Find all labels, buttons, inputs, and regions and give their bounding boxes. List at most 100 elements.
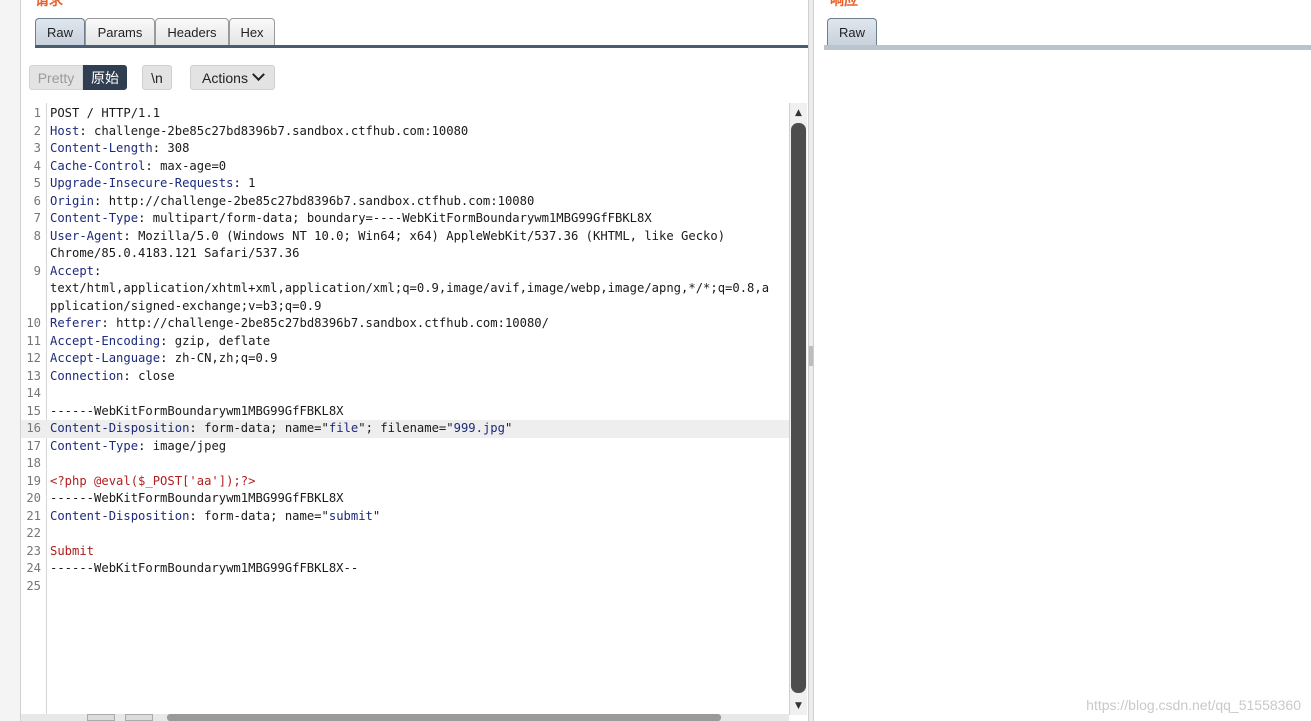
line-number: 17 [26,438,41,453]
header-value: Mozilla/5.0 (Windows NT 10.0; Win64; x64… [138,228,726,243]
line-number: 6 [33,193,41,208]
header-value: gzip, deflate [174,333,271,348]
line-number: 24 [26,561,41,575]
request-line: 1 POST / HTTP/1.1 [21,105,789,123]
tab-params[interactable]: Params [85,18,155,45]
scroll-right-button[interactable] [125,714,153,721]
response-tab-raw[interactable]: Raw [827,18,877,45]
request-line: 12 Accept-Language: zh-CN,zh;q=0.9 [21,350,789,368]
request-panel-heading: 请求 [35,0,63,9]
line-number: 18 [26,456,41,470]
line-content: ------WebKitFormBoundarywm1MBG99GfFBKL8X [50,490,344,508]
request-line: 4 Cache-Control: max-age=0 [21,158,789,176]
tab-underline [35,45,808,48]
scroll-up-icon[interactable]: ▲ [790,104,807,121]
line-content: Submit [50,543,94,561]
line-content: Accept-Language: zh-CN,zh;q=0.9 [50,351,278,365]
actions-button[interactable]: Actions [190,65,275,90]
header-value: form-data; name="submit" [204,508,381,523]
request-editor[interactable]: 1 POST / HTTP/1.1 2 Host: challenge-2be85c2… [21,103,789,715]
request-line: 8 User-Agent: Mozilla/5.0 (Windows NT 10.… [21,228,789,246]
body-text: Submit [50,543,95,558]
horizontal-scrollbar-thumb[interactable] [167,714,721,721]
body-text: pplication/signed-exchange;v=b3;q=0.9 [50,298,322,313]
line-number: 15 [26,403,41,418]
header-value: max-age=0 [160,158,227,173]
tab-raw[interactable]: Raw [35,18,85,45]
body-text: Chrome/85.0.4183.121 Safari/537.36 [50,246,300,260]
header-value: 1 [248,176,256,190]
header-value: image/jpeg [152,438,227,453]
header-name: Origin [50,193,95,208]
actions-label: Actions [202,69,248,86]
header-name: Content-Disposition [50,508,190,523]
line-content: ------WebKitFormBoundarywm1MBG99GfFBKL8X… [50,560,358,578]
line-number: 14 [26,386,41,400]
watermark-text: https://blog.csdn.net/qq_51558360 [1086,697,1301,713]
line-number: 19 [26,473,41,488]
request-line: 17 Content-Type: image/jpeg [21,438,789,456]
request-line: 16 Content-Disposition: form-data; name="… [21,420,789,438]
request-panel: 请求 Raw Params Headers Hex Pretty 原始 \n A… [20,0,809,721]
line-content: Cache-Control: max-age=0 [50,158,227,173]
header-name: User-Agent [50,228,124,243]
scroll-left-button[interactable] [87,714,115,721]
request-line: 3 Content-Length: 308 [21,140,789,158]
request-line: 13 Connection: close [21,368,789,386]
horizontal-scrollbar[interactable] [21,714,789,721]
request-line: 24 ------WebKitFormBoundarywm1MBG99GfFBKL… [21,560,789,578]
header-value: challenge-2be85c27bd8396b7.sandbox.ctfhu… [94,123,469,138]
request-line: Chrome/85.0.4183.121 Safari/537.36 [21,245,789,263]
request-line: 22 [21,525,789,543]
request-line: 14 [21,385,789,403]
body-text: ------WebKitFormBoundarywm1MBG99GfFBKL8X… [50,561,359,575]
request-line: pplication/signed-exchange;v=b3;q=0.9 [21,298,789,316]
line-content: Upgrade-Insecure-Requests: 1 [50,176,256,190]
tab-headers[interactable]: Headers [155,18,229,45]
line-number: 20 [26,491,41,505]
header-name: Referer [50,316,102,330]
line-content: Chrome/85.0.4183.121 Safari/537.36 [50,245,299,263]
scrollbar-thumb[interactable] [791,123,806,693]
request-line: 23 Submit [21,543,789,561]
line-number: 3 [33,141,41,155]
line-content: Accept-Encoding: gzip, deflate [50,333,271,348]
scroll-down-icon[interactable]: ▼ [790,697,807,714]
line-content: Content-Disposition: form-data; name="fi… [50,421,513,435]
show-newlines-button[interactable]: \n [142,65,172,90]
line-content: Content-Type: image/jpeg [50,438,227,453]
pretty-button[interactable]: Pretty [29,65,83,90]
line-number: 4 [33,158,41,173]
chevron-down-icon [252,68,265,82]
header-name: Content-Length [50,141,153,155]
line-content: User-Agent: Mozilla/5.0 (Windows NT 10.0… [50,228,726,243]
header-value: http://challenge-2be85c27bd8396b7.sandbo… [108,193,535,208]
line-number: 7 [33,211,41,225]
response-panel: 响应 Raw https://blog.csdn.net/qq_51558360 [814,0,1311,721]
line-number: 5 [33,176,41,190]
body-text: ------WebKitFormBoundarywm1MBG99GfFBKL8X [50,491,344,505]
line-content: Origin: http://challenge-2be85c27bd8396b… [50,193,535,208]
line-content: ------WebKitFormBoundarywm1MBG99GfFBKL8X [50,403,344,421]
divider-grip-handle[interactable] [809,346,813,366]
line-number: 16 [26,421,41,435]
line-number: 2 [33,123,41,138]
header-name: Cache-Control [50,158,146,173]
header-value: multipart/form-data; boundary=----WebKit… [152,211,652,225]
header-value: http://challenge-2be85c27bd8396b7.sandbo… [116,316,549,330]
vertical-scrollbar[interactable]: ▲ ▼ [789,103,807,715]
header-value: close [138,368,175,383]
request-line: 21 Content-Disposition: form-data; name="… [21,508,789,526]
request-line: text/html,application/xhtml+xml,applicat… [21,280,789,298]
line-number: 21 [26,508,41,523]
header-name: Accept-Encoding [50,333,161,348]
header-value: form-data; name="file"; filename="999.jp… [204,421,513,435]
header-name: Accept [50,263,95,278]
header-name: Content-Disposition [50,421,190,435]
request-line: 10 Referer: http://challenge-2be85c27bd83… [21,315,789,333]
response-tab-underline [824,45,1311,50]
line-content: Referer: http://challenge-2be85c27bd8396… [50,316,549,330]
line-number: 25 [26,578,41,593]
tab-hex[interactable]: Hex [229,18,275,45]
raw-button[interactable]: 原始 [83,65,127,90]
